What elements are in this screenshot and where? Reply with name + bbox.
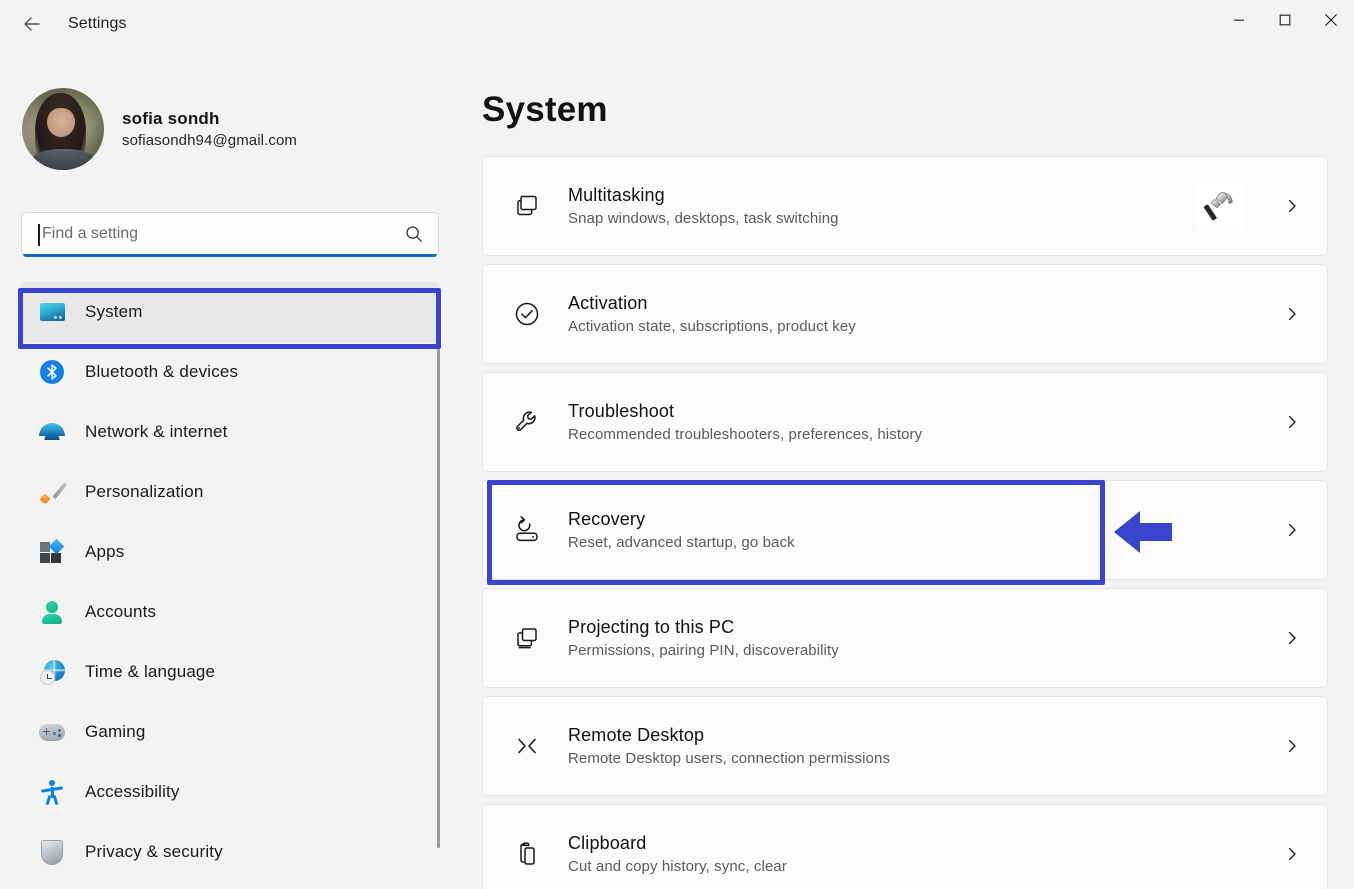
- sidebar-item-label: Network & internet: [85, 422, 228, 442]
- account-name: sofia sondh: [122, 109, 297, 129]
- page-title: System: [482, 90, 1328, 130]
- minimize-icon: [1233, 14, 1245, 26]
- bluetooth-icon: [39, 359, 65, 385]
- search-box[interactable]: [21, 212, 439, 256]
- sidebar: sofia sondh sofiasondh94@gmail.com: [0, 48, 460, 889]
- window-titlebar: Settings: [0, 0, 1354, 48]
- sidebar-item-label: Time & language: [85, 662, 215, 682]
- globe-clock-icon: [39, 659, 65, 685]
- sidebar-item-label: Gaming: [85, 722, 145, 742]
- check-circle-icon: [510, 299, 544, 329]
- card-subtitle: Remote Desktop users, connection permiss…: [568, 750, 1277, 767]
- close-button[interactable]: [1308, 0, 1354, 40]
- monitor-icon: [39, 299, 65, 325]
- apps-grid-icon: [39, 539, 65, 565]
- account-email: sofiasondh94@gmail.com: [122, 132, 297, 149]
- chevron-right-icon[interactable]: [1277, 198, 1307, 214]
- card-subtitle: Reset, advanced startup, go back: [568, 534, 1277, 551]
- card-title: Troubleshoot: [568, 401, 1277, 422]
- chevron-right-icon[interactable]: [1277, 630, 1307, 646]
- card-subtitle: Activation state, subscriptions, product…: [568, 318, 1277, 335]
- sidebar-item-label: System: [85, 302, 143, 322]
- search-focus-underline: [23, 254, 437, 257]
- settings-card-clipboard[interactable]: Clipboard Cut and copy history, sync, cl…: [482, 804, 1328, 889]
- main-content: System Multitasking Snap windows, deskto…: [460, 48, 1354, 889]
- card-title: Activation: [568, 293, 1277, 314]
- settings-card-activation[interactable]: Activation Activation state, subscriptio…: [482, 264, 1328, 364]
- sidebar-item-time-language[interactable]: Time & language: [21, 642, 439, 702]
- maximize-button[interactable]: [1262, 0, 1308, 40]
- sidebar-item-label: Bluetooth & devices: [85, 362, 238, 382]
- wifi-icon: [39, 419, 65, 445]
- sidebar-item-network-internet[interactable]: Network & internet: [21, 402, 439, 462]
- projecting-screens-icon: [510, 623, 544, 653]
- sidebar-item-accounts[interactable]: Accounts: [21, 582, 439, 642]
- recovery-drive-icon: [510, 515, 544, 545]
- card-title: Recovery: [568, 509, 1277, 530]
- close-icon: [1324, 13, 1338, 27]
- sidebar-item-bluetooth-devices[interactable]: Bluetooth & devices: [21, 342, 439, 402]
- shield-icon: [39, 839, 65, 865]
- sidebar-item-label: Personalization: [85, 482, 204, 502]
- sidebar-item-label: Accessibility: [85, 782, 180, 802]
- sidebar-item-apps[interactable]: Apps: [21, 522, 439, 582]
- avatar: [22, 88, 104, 170]
- settings-card-projecting-to-this-pc[interactable]: Projecting to this PC Permissions, pairi…: [482, 588, 1328, 688]
- wrench-icon: [510, 407, 544, 437]
- app-shell: sofia sondh sofiasondh94@gmail.com: [0, 48, 1354, 889]
- search-input[interactable]: [39, 225, 404, 243]
- settings-card-troubleshoot[interactable]: Troubleshoot Recommended troubleshooters…: [482, 372, 1328, 472]
- card-subtitle: Snap windows, desktops, task switching: [568, 210, 1277, 227]
- accessibility-person-icon: [39, 779, 65, 805]
- card-title: Remote Desktop: [568, 725, 1277, 746]
- card-subtitle: Cut and copy history, sync, clear: [568, 858, 1277, 875]
- minimize-button[interactable]: [1216, 0, 1262, 40]
- windows-stack-icon: [510, 191, 544, 221]
- sidebar-item-privacy-security[interactable]: Privacy & security: [21, 822, 439, 882]
- remote-desktop-chevrons-icon: [510, 731, 544, 761]
- card-title: Projecting to this PC: [568, 617, 1277, 638]
- chevron-right-icon[interactable]: [1277, 306, 1307, 322]
- app-title: Settings: [68, 15, 127, 33]
- text-caret: [38, 224, 40, 246]
- sidebar-nav: System Bluetooth & devices Network & int…: [21, 282, 439, 882]
- gamepad-icon: [39, 719, 65, 745]
- settings-card-multitasking[interactable]: Multitasking Snap windows, desktops, tas…: [482, 156, 1328, 256]
- window-controls: [1216, 0, 1354, 40]
- sidebar-item-accessibility[interactable]: Accessibility: [21, 762, 439, 822]
- card-title: Clipboard: [568, 833, 1277, 854]
- chevron-right-icon[interactable]: [1277, 414, 1307, 430]
- sidebar-item-label: Accounts: [85, 602, 156, 622]
- sidebar-item-label: Privacy & security: [85, 842, 223, 862]
- search-icon[interactable]: [404, 224, 424, 244]
- chevron-right-icon[interactable]: [1277, 738, 1307, 754]
- sidebar-scrollbar[interactable]: [437, 348, 440, 848]
- search-container: [21, 212, 439, 256]
- sidebar-item-system[interactable]: System: [21, 282, 439, 342]
- person-icon: [39, 599, 65, 625]
- paintbrush-icon: [39, 479, 65, 505]
- chevron-right-icon[interactable]: [1277, 846, 1307, 862]
- back-button[interactable]: [14, 6, 50, 42]
- account-header[interactable]: sofia sondh sofiasondh94@gmail.com: [22, 88, 460, 170]
- sidebar-item-personalization[interactable]: Personalization: [21, 462, 439, 522]
- hammer-cursor: [1197, 183, 1245, 231]
- settings-card-recovery[interactable]: Recovery Reset, advanced startup, go bac…: [482, 480, 1328, 580]
- arrow-left-icon: [21, 13, 43, 35]
- card-subtitle: Recommended troubleshooters, preferences…: [568, 426, 1277, 443]
- chevron-right-icon[interactable]: [1277, 522, 1307, 538]
- sidebar-item-gaming[interactable]: Gaming: [21, 702, 439, 762]
- maximize-icon: [1279, 14, 1291, 26]
- card-subtitle: Permissions, pairing PIN, discoverabilit…: [568, 642, 1277, 659]
- card-title: Multitasking: [568, 185, 1277, 206]
- sidebar-item-label: Apps: [85, 542, 124, 562]
- settings-card-remote-desktop[interactable]: Remote Desktop Remote Desktop users, con…: [482, 696, 1328, 796]
- clipboard-icon: [510, 839, 544, 869]
